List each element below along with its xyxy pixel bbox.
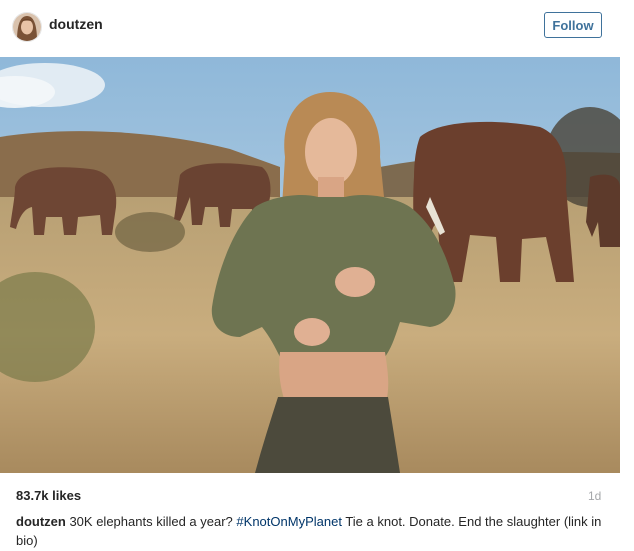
post-header: doutzen Follow xyxy=(0,0,634,54)
caption-text-before: 30K elephants killed a year? xyxy=(69,514,233,529)
post-timestamp[interactable]: 1d xyxy=(588,489,601,503)
avatar[interactable] xyxy=(12,12,42,42)
caption-username[interactable]: doutzen xyxy=(16,514,66,529)
post-username[interactable]: doutzen xyxy=(49,16,103,32)
post-caption: doutzen 30K elephants killed a year? #Kn… xyxy=(16,512,616,550)
caption-hashtag[interactable]: #KnotOnMyPlanet xyxy=(236,514,342,529)
post-photo[interactable] xyxy=(0,57,620,473)
likes-count[interactable]: 83.7k likes xyxy=(16,488,81,503)
follow-button[interactable]: Follow xyxy=(544,12,602,38)
